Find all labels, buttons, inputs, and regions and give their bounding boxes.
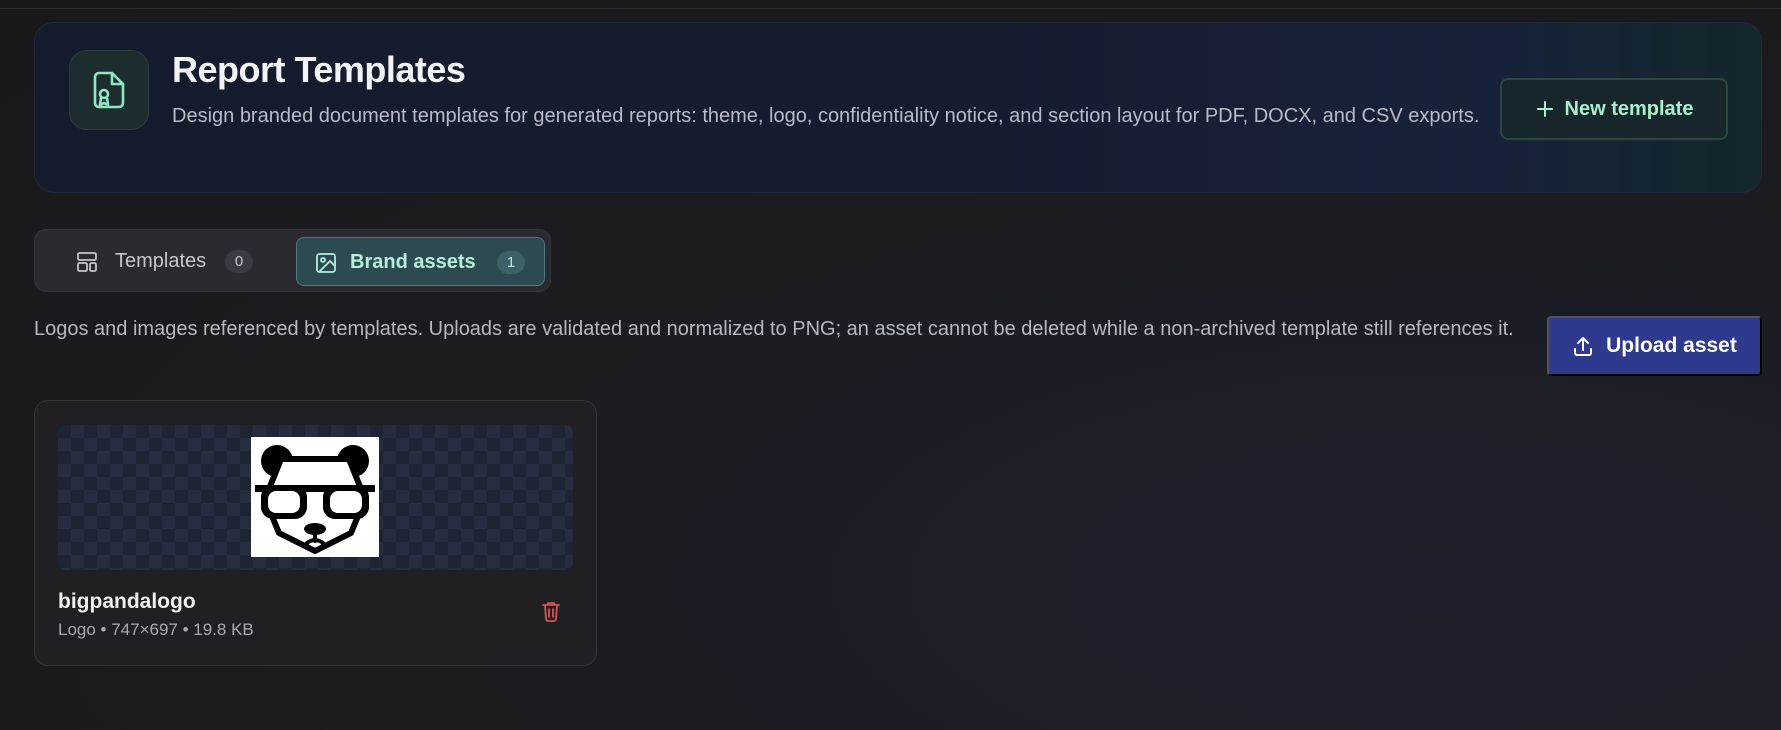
tab-templates-label: Templates: [115, 250, 207, 272]
asset-meta: Logo • 747×697 • 19.8 KB: [58, 620, 254, 639]
new-template-label: New template: [1564, 97, 1694, 120]
upload-asset-label: Upload asset: [1606, 334, 1737, 357]
page: Report Templates Design branded document…: [0, 0, 1781, 730]
top-divider: [0, 8, 1781, 9]
upload-icon: [1574, 337, 1593, 356]
tab-templates-count: 0: [225, 250, 253, 273]
tab-brand-assets[interactable]: Brand assets 1: [296, 237, 545, 286]
asset-name: bigpandalogo: [58, 590, 196, 613]
tab-templates[interactable]: Templates 0: [42, 237, 292, 286]
layout-icon: [77, 252, 97, 272]
new-template-button[interactable]: New template: [1500, 78, 1728, 140]
file-badge-icon: [69, 50, 149, 130]
page-description: Design branded document templates for ge…: [172, 105, 1480, 127]
plus-icon: [1536, 101, 1553, 117]
assets-description: Logos and images referenced by templates…: [34, 318, 1514, 340]
tab-brand-assets-label: Brand assets: [350, 251, 476, 273]
delete-asset-button[interactable]: [537, 597, 565, 625]
header-card: Report Templates Design branded document…: [34, 22, 1762, 193]
asset-preview: [58, 425, 573, 570]
page-title: Report Templates: [172, 49, 466, 90]
tab-bar: Templates 0 Brand assets 1: [34, 229, 551, 292]
image-icon: [316, 253, 336, 273]
panda-logo-image: [251, 437, 379, 557]
asset-card[interactable]: bigpandalogo Logo • 747×697 • 19.8 KB: [34, 400, 597, 666]
trash-icon: [542, 602, 560, 622]
upload-asset-button[interactable]: Upload asset: [1547, 316, 1762, 376]
tab-brand-assets-count: 1: [497, 251, 525, 274]
